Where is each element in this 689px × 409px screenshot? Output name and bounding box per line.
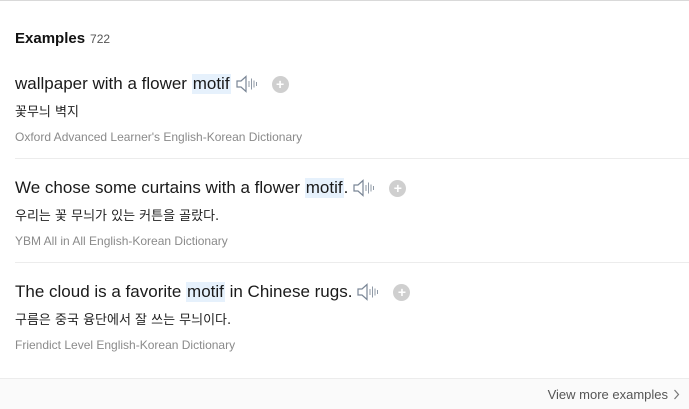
- view-more-label: View more examples: [547, 387, 668, 402]
- examples-title: Examples: [15, 30, 86, 47]
- examples-panel: Examples 722 wallpaper with a flower mot…: [0, 0, 689, 409]
- add-to-wordbook-button[interactable]: +: [271, 75, 289, 93]
- example-item: The cloud is a favorite motif in Chinese…: [15, 280, 689, 352]
- plus-icon: +: [397, 284, 407, 300]
- keyword-highlight: motif: [186, 282, 225, 302]
- add-to-wordbook-button[interactable]: +: [393, 283, 411, 301]
- add-to-wordbook-button[interactable]: +: [389, 179, 407, 197]
- speaker-icon[interactable]: [352, 178, 376, 198]
- view-more-examples-link[interactable]: View more examples: [548, 387, 680, 402]
- examples-footer: View more examples: [0, 378, 689, 409]
- sentence-text: We chose some curtains with a flower: [15, 178, 305, 197]
- sentence-text: .: [343, 178, 349, 197]
- example-source: Oxford Advanced Learner's English-Korean…: [15, 130, 303, 144]
- example-source: YBM All in All English-Korean Dictionary: [15, 234, 228, 248]
- example-item: wallpaper with a flower motif + 꽃무늬 벽지 O…: [15, 72, 689, 144]
- sentence-text: The cloud is a favorite: [15, 282, 187, 301]
- example-translation: 구름은 중국 융단에서 잘 쓰는 무늬이다.: [15, 313, 232, 328]
- plus-icon: +: [275, 76, 285, 92]
- example-source: Friendict Level English-Korean Dictionar…: [15, 338, 236, 352]
- speaker-icon[interactable]: [235, 74, 259, 94]
- sentence-text: in Chinese rugs.: [224, 282, 353, 301]
- example-translation: 꽃무늬 벽지: [15, 105, 79, 120]
- example-sentence: We chose some curtains with a flower mot…: [15, 176, 689, 200]
- divider: [15, 262, 689, 263]
- example-sentence: The cloud is a favorite motif in Chinese…: [15, 280, 689, 304]
- divider: [15, 158, 689, 159]
- keyword-highlight: motif: [304, 178, 344, 198]
- examples-header: Examples 722: [15, 30, 110, 47]
- sentence-text: wallpaper with a flower: [15, 74, 192, 93]
- keyword-highlight: motif: [191, 74, 231, 94]
- examples-count: 722: [90, 32, 111, 46]
- example-item: We chose some curtains with a flower mot…: [15, 176, 689, 248]
- speaker-icon[interactable]: [356, 282, 380, 302]
- plus-icon: +: [393, 180, 402, 196]
- chevron-right-icon: [674, 389, 680, 400]
- example-translation: 우리는 꽃 무늬가 있는 커튼을 골랐다.: [15, 209, 220, 224]
- example-sentence: wallpaper with a flower motif +: [15, 72, 689, 96]
